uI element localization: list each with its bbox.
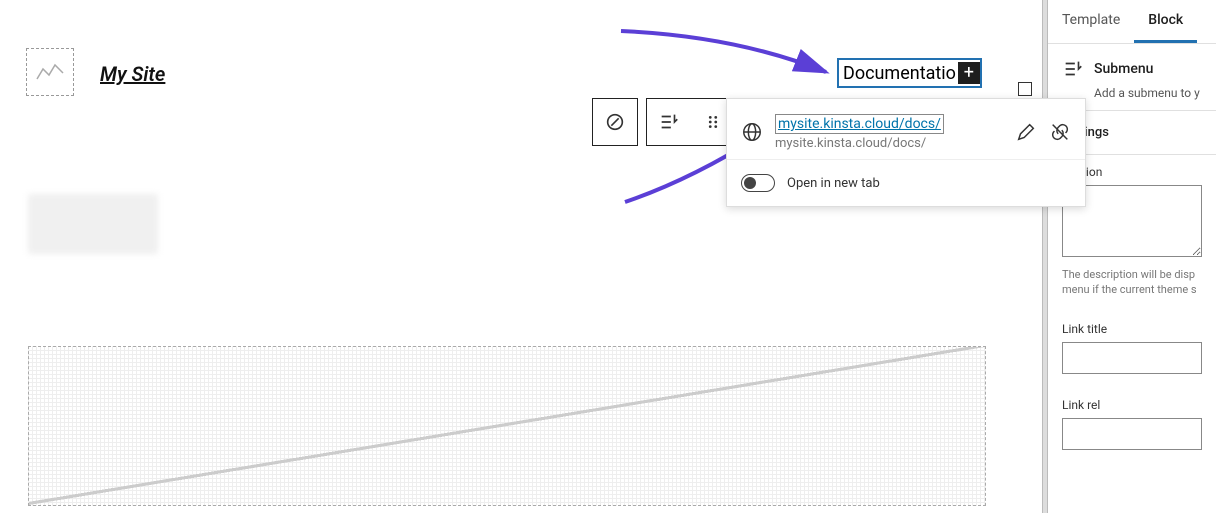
site-logo-placeholder[interactable]: [26, 48, 74, 96]
settings-sidebar: Template Block Submenu Add a submenu to …: [1048, 0, 1216, 513]
tab-template[interactable]: Template: [1048, 0, 1134, 43]
site-title[interactable]: My Site: [100, 62, 165, 86]
edit-link-icon[interactable]: [1015, 121, 1037, 143]
link-rel-input[interactable]: [1062, 418, 1202, 450]
globe-icon: [741, 121, 763, 143]
nav-item-documentation[interactable]: Documentatio +: [837, 58, 982, 88]
link-url[interactable]: mysite.kinsta.cloud/docs/: [775, 114, 944, 134]
link-popover: mysite.kinsta.cloud/docs/ mysite.kinsta.…: [726, 98, 1086, 207]
tab-block[interactable]: Block: [1134, 0, 1197, 43]
nav-item-sibling-placeholder: [1018, 82, 1032, 96]
submenu-icon-button[interactable]: [647, 99, 691, 145]
link-rel-label: Link rel: [1062, 398, 1202, 412]
featured-image-placeholder[interactable]: [28, 194, 158, 254]
block-type-button[interactable]: [593, 99, 637, 145]
link-title-label: Link title: [1062, 322, 1202, 336]
block-name: Submenu: [1094, 61, 1153, 77]
block-toolbar: [592, 98, 736, 146]
link-url-subtext: mysite.kinsta.cloud/docs/: [775, 136, 1003, 151]
description-help-text: The description will be disp menu if the…: [1062, 267, 1202, 298]
add-submenu-button[interactable]: +: [958, 62, 980, 84]
open-new-tab-toggle[interactable]: [741, 174, 775, 192]
open-new-tab-label: Open in new tab: [787, 176, 880, 191]
link-title-input[interactable]: [1062, 342, 1202, 374]
nav-item-label: Documentatio: [843, 63, 956, 84]
annotation-arrow-icon: [616, 26, 834, 82]
unlink-icon[interactable]: [1049, 121, 1071, 143]
content-area-placeholder[interactable]: [28, 346, 986, 506]
submenu-block-icon: [1062, 58, 1084, 80]
